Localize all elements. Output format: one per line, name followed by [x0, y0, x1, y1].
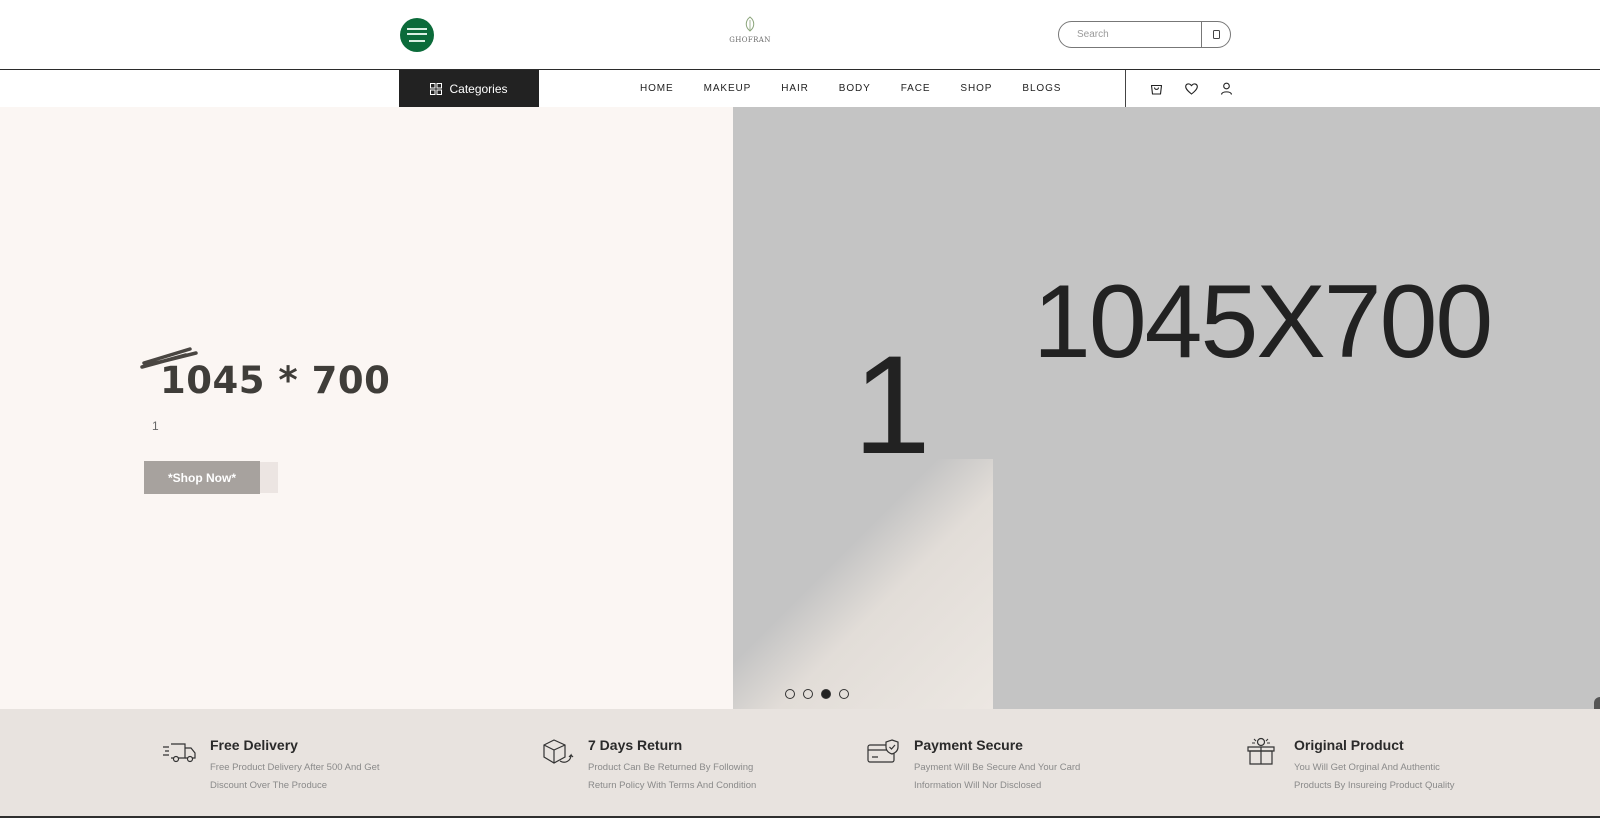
nav-item-home[interactable]: HOME — [640, 83, 674, 94]
saudi-flag-icon[interactable] — [400, 18, 434, 52]
features-strip: Free Delivery Free Product Delivery Afte… — [0, 709, 1600, 818]
nav-item-blogs[interactable]: BLOGS — [1022, 83, 1061, 94]
site-logo[interactable]: GHOFRAN — [722, 14, 778, 48]
feature-title: Original Product — [1294, 737, 1404, 753]
next-slide-arrow[interactable] — [1594, 697, 1600, 709]
placeholder-partial-text: 1( — [853, 335, 939, 465]
slider-dot-3[interactable] — [821, 689, 831, 699]
slider-dot-1[interactable] — [785, 689, 795, 699]
logo-leaf-icon — [745, 16, 755, 32]
search-box — [1058, 21, 1231, 48]
top-header: GHOFRAN — [0, 0, 1600, 70]
feature-description: Free Product Delivery After 500 And Get … — [210, 762, 380, 791]
main-menu: HOME MAKEUP HAIR BODY FACE SHOP BLOGS — [640, 70, 1091, 107]
cart-icon[interactable] — [1149, 81, 1164, 96]
feature-description: You Will Get Orginal And Authentic Produ… — [1294, 762, 1455, 791]
search-input[interactable] — [1059, 22, 1202, 47]
page-curl-decoration — [733, 459, 993, 709]
hero-slider: 1045 * 700 1 *Shop Now* 1( 1045X700 — [0, 107, 1600, 709]
slider-dot-2[interactable] — [803, 689, 813, 699]
search-icon — [1212, 30, 1220, 39]
feature-title: Free Delivery — [210, 737, 298, 753]
categories-label: Categories — [449, 81, 508, 96]
heart-icon[interactable] — [1184, 81, 1199, 96]
feature-description: Product Can Be Returned By Following Ret… — [588, 762, 757, 791]
shop-now-button[interactable]: *Shop Now* — [144, 461, 260, 494]
slider-dot-4[interactable] — [839, 689, 849, 699]
user-icon[interactable] — [1219, 81, 1234, 96]
nav-divider — [1125, 70, 1126, 107]
return-box-icon — [543, 739, 574, 764]
hero-image-placeholder[interactable]: 1( 1045X700 — [733, 107, 1600, 709]
feature-description: Payment Will Be Secure And Your Card Inf… — [914, 762, 1081, 791]
nav-item-makeup[interactable]: MAKEUP — [704, 83, 752, 94]
nav-item-face[interactable]: FACE — [901, 83, 931, 94]
hero-subtitle: 1 — [152, 419, 159, 433]
slider-pagination — [785, 689, 849, 699]
nav-item-shop[interactable]: SHOP — [960, 83, 992, 94]
placeholder-dimension-text: 1045X700 — [1033, 264, 1493, 380]
original-product-icon — [1247, 737, 1275, 765]
categories-button[interactable]: Categories — [399, 70, 539, 107]
secure-card-icon — [867, 739, 899, 763]
main-navbar: Categories HOME MAKEUP HAIR BODY FACE SH… — [0, 70, 1600, 107]
nav-item-hair[interactable]: HAIR — [781, 83, 809, 94]
nav-item-body[interactable]: BODY — [839, 83, 871, 94]
delivery-truck-icon — [163, 743, 196, 763]
feature-title: Payment Secure — [914, 737, 1023, 753]
feature-title: 7 Days Return — [588, 737, 683, 753]
search-button[interactable] — [1201, 22, 1230, 47]
nav-icons — [1149, 70, 1234, 107]
hero-title: 1045 * 700 — [160, 359, 391, 402]
logo-wordmark: GHOFRAN — [729, 36, 771, 44]
grid-icon — [430, 82, 443, 95]
hero-slide-content: 1045 * 700 1 *Shop Now* — [0, 107, 733, 709]
